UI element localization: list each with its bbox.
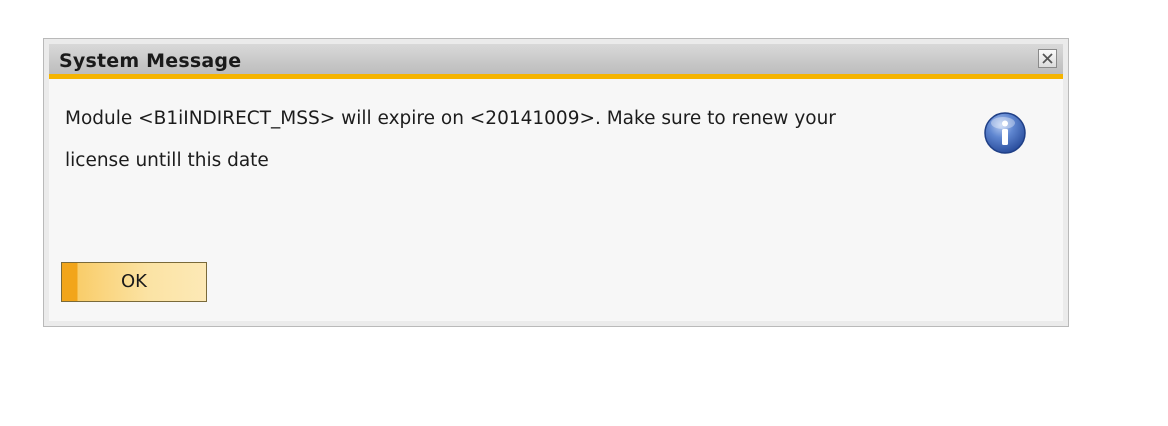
system-message-dialog: System Message Module <B1iINDIRECT_MSS> …: [43, 38, 1069, 327]
message-line-1: Module <B1iINDIRECT_MSS> will expire on …: [65, 108, 836, 129]
close-button[interactable]: [1038, 49, 1057, 68]
dialog-titlebar[interactable]: System Message: [49, 44, 1063, 79]
close-icon: [1042, 53, 1053, 64]
ok-button[interactable]: OK: [61, 262, 207, 302]
message-text: Module <B1iINDIRECT_MSS> will expire on …: [65, 98, 945, 182]
dialog-body: System Message Module <B1iINDIRECT_MSS> …: [49, 44, 1063, 321]
dialog-title: System Message: [59, 50, 242, 72]
message-line-2: license untill this date: [65, 150, 269, 171]
info-icon: [984, 112, 1026, 154]
